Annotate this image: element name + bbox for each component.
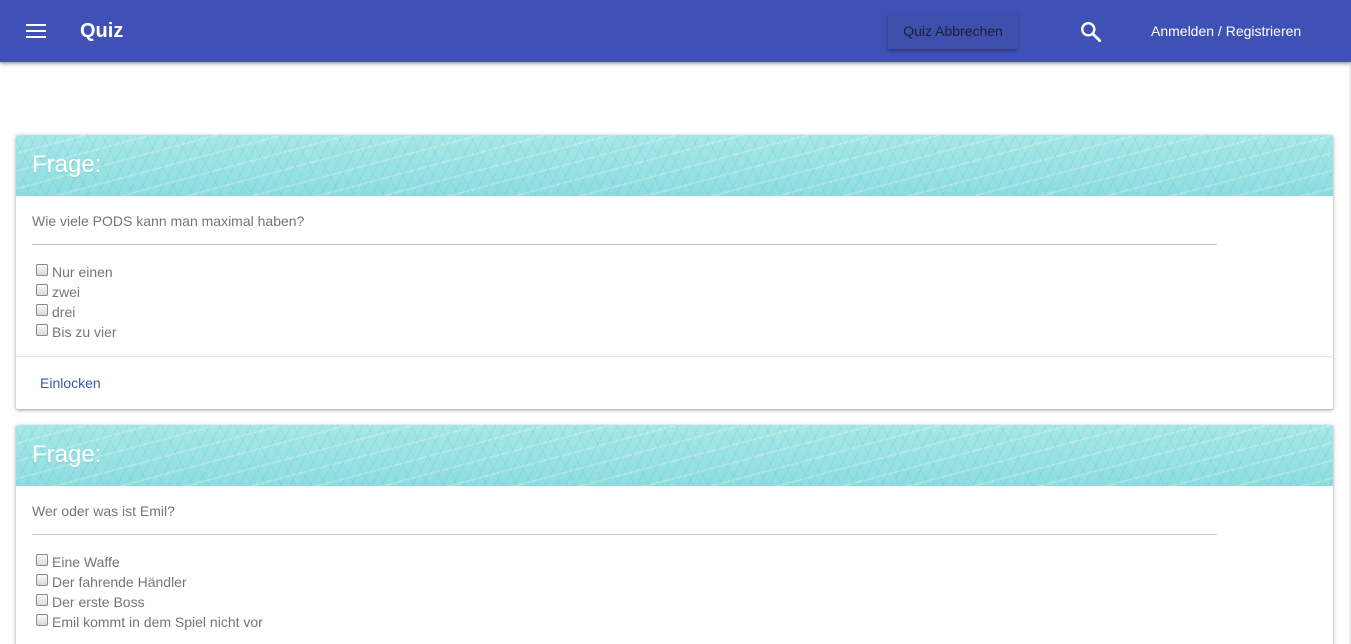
answer-option[interactable]: Emil kommt in dem Spiel nicht vor [32,612,1317,632]
checkbox[interactable] [36,594,48,606]
login-register-link[interactable]: Anmelden / Registrieren [1151,22,1301,40]
card-content: Wer oder was ist Emil? Eine Waffe Der fa… [16,486,1333,644]
answer-label: Bis zu vier [52,324,117,340]
submit-answer-link[interactable]: Einlocken [40,374,101,392]
card-actions: Einlocken [16,356,1333,409]
question-text: Wie viele PODS kann man maximal haben? [32,213,305,229]
divider [32,244,1217,245]
app-title: Quiz [80,20,124,42]
checkbox[interactable] [36,324,48,336]
checkbox[interactable] [36,614,48,626]
answer-label: zwei [52,284,81,300]
answer-option[interactable]: Bis zu vier [32,322,1317,342]
checkbox[interactable] [36,264,48,276]
answer-label: drei [52,304,76,320]
card-header: Frage: [16,135,1333,196]
answer-label: Eine Waffe [52,554,120,570]
checkbox[interactable] [36,574,48,586]
answer-label: Emil kommt in dem Spiel nicht vor [52,614,263,630]
search-icon[interactable] [1078,19,1104,45]
menu-icon[interactable] [20,16,52,46]
card-title: Frage: [32,151,102,178]
answer-option[interactable]: Der erste Boss [32,592,1317,612]
question-text: Wer oder was ist Emil? [32,503,175,519]
checkbox[interactable] [36,284,48,296]
question-card: Frage: Wer oder was ist Emil? Eine Waffe… [16,425,1333,644]
divider [32,534,1217,535]
checkbox[interactable] [36,304,48,316]
answer-option[interactable]: zwei [32,282,1317,302]
card-title: Frage: [32,441,102,468]
checkbox[interactable] [36,554,48,566]
question-card: Frage: Wie viele PODS kann man maximal h… [16,135,1333,409]
card-content: Wie viele PODS kann man maximal haben? N… [16,196,1333,356]
card-header: Frage: [16,425,1333,486]
answer-option[interactable]: drei [32,302,1317,322]
answer-option[interactable]: Nur einen [32,262,1317,282]
top-toolbar: Quiz Quiz Abbrechen Anmelden / Registrie… [0,0,1351,62]
answer-option[interactable]: Eine Waffe [32,552,1317,572]
answer-option[interactable]: Der fahrende Händler [32,572,1317,592]
answer-label: Der fahrende Händler [52,574,187,590]
answer-label: Nur einen [52,264,113,280]
answer-label: Der erste Boss [52,594,145,610]
quiz-abort-button[interactable]: Quiz Abbrechen [888,13,1018,49]
quiz-app: Quiz Quiz Abbrechen Anmelden / Registrie… [0,0,1351,644]
